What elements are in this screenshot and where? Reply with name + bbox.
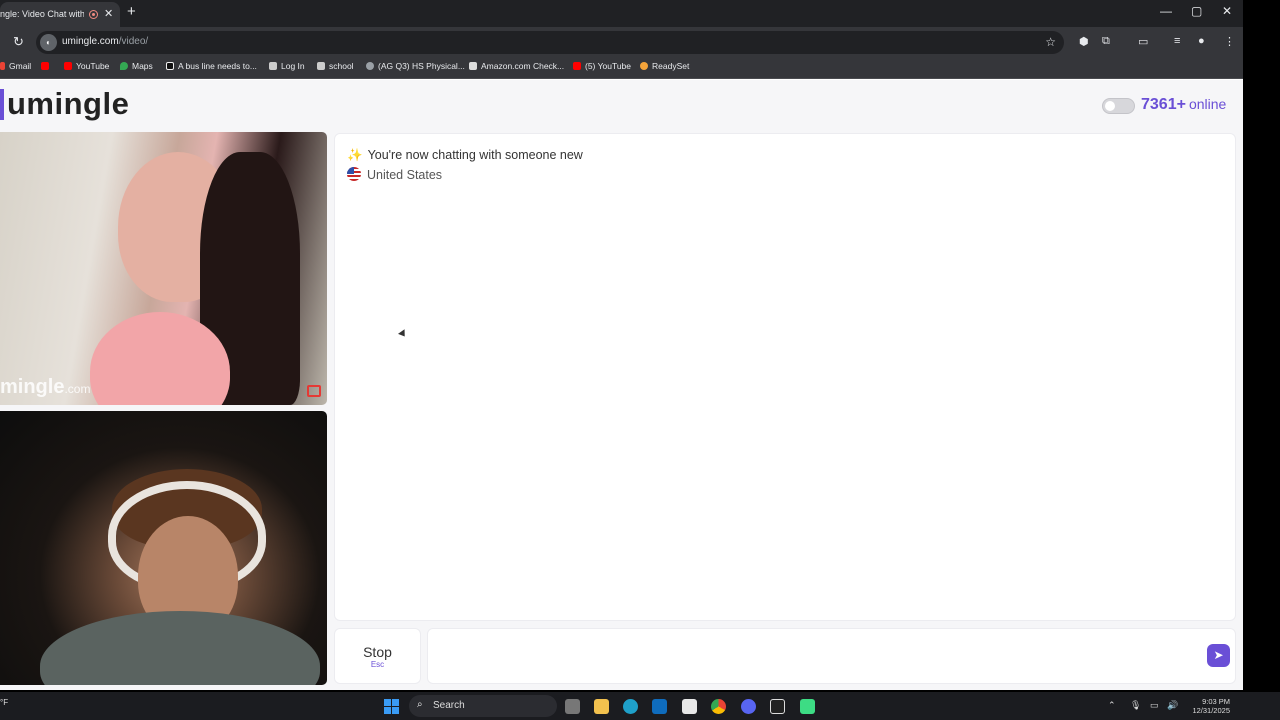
discord-icon[interactable] <box>741 699 756 714</box>
maximize-button[interactable]: ▢ <box>1191 4 1202 18</box>
video-watermark: mingle.com <box>0 376 91 398</box>
network-icon[interactable]: ▭ <box>1150 700 1159 711</box>
sparkle-icon: ✨ <box>347 148 363 162</box>
microphone-icon[interactable]: 🎙 <box>1130 700 1141 711</box>
maps-pin-icon <box>120 62 128 70</box>
stop-shortcut: Esc <box>370 660 385 669</box>
clock-time: 9:03 PM <box>1202 697 1230 706</box>
bookmark-school[interactable]: school <box>317 61 354 71</box>
url-path: /video/ <box>118 36 149 47</box>
site-info-icon[interactable]: ◐ <box>40 34 57 51</box>
bookmark-amazon[interactable]: Amazon.com Check... <box>469 61 564 71</box>
online-counter: 7361+ online <box>1141 96 1226 114</box>
logo-accent-bar <box>0 89 4 120</box>
us-flag-icon <box>347 167 361 181</box>
menu-kebab-icon[interactable]: ⋮ <box>1224 35 1235 48</box>
stranger-video: mingle.com <box>0 132 327 405</box>
taskbar-clock[interactable]: 9:03 PM 12/31/2025 <box>1188 697 1230 715</box>
tab-title: ngle: Video Chat with S <box>0 9 84 19</box>
search-label: Search <box>433 700 465 711</box>
site-logo[interactable]: umingle <box>7 86 129 122</box>
chat-status: ✨ You're now chatting with someone new <box>347 148 583 162</box>
close-window-button[interactable]: ✕ <box>1222 4 1232 18</box>
clock-date: 12/31/2025 <box>1192 706 1230 715</box>
bookmark-icon <box>269 62 277 70</box>
search-icon: ⌕ <box>417 699 423 710</box>
url-host: umingle.com <box>62 36 119 47</box>
extensions-puzzle-icon[interactable]: ⧉ <box>1102 35 1110 48</box>
self-video <box>0 411 327 685</box>
youtube-icon <box>64 62 72 70</box>
readyset-icon <box>640 62 648 70</box>
bookmark-maps[interactable]: Maps <box>120 61 153 71</box>
bookmark-youtube[interactable]: YouTube <box>64 61 109 71</box>
toggle-knob <box>1105 101 1115 111</box>
profile-avatar-icon[interactable]: ● <box>1198 35 1205 47</box>
bookmark-youtube-icon-only[interactable] <box>41 61 53 71</box>
cast-icon[interactable]: ▭ <box>1138 35 1148 48</box>
capcut-icon[interactable] <box>770 699 785 714</box>
volume-icon[interactable]: 🔊 <box>1167 700 1178 711</box>
globe-icon <box>366 62 374 70</box>
url-text: umingle.com/video/ <box>62 36 148 47</box>
edge-icon[interactable] <box>623 699 638 714</box>
media-control-icon[interactable]: ≡ <box>1174 35 1180 47</box>
bookmark-star-icon[interactable]: ☆ <box>1045 35 1056 49</box>
chrome-icon[interactable] <box>711 699 726 714</box>
online-label: online <box>1188 96 1227 112</box>
stranger-country: United States <box>347 167 442 182</box>
stop-button[interactable]: Stop Esc <box>334 628 421 684</box>
extension-icon[interactable]: ⬢ <box>1079 35 1089 48</box>
reload-icon[interactable]: ↻ <box>13 34 24 50</box>
tab-strip: ngle: Video Chat with S ✕ + — ▢ ✕ <box>0 0 1243 27</box>
bookmark-log-in[interactable]: Log In <box>269 61 305 71</box>
gmail-icon <box>0 62 5 70</box>
bookmark-ag-q3[interactable]: (AG Q3) HS Physical... <box>366 61 465 71</box>
message-input[interactable] <box>427 628 1236 684</box>
youtube-icon <box>41 62 49 70</box>
minimize-button[interactable]: — <box>1160 4 1172 18</box>
recording-icon <box>89 10 98 19</box>
umingle-page: umingle 7361+ online mingle.com ✨ You're n… <box>0 80 1243 690</box>
task-view-icon[interactable] <box>565 699 580 714</box>
tray-overflow-icon[interactable]: ⌃ <box>1108 700 1116 711</box>
android-app-icon[interactable] <box>800 699 815 714</box>
youtube-icon <box>573 62 581 70</box>
self-shirt <box>40 611 320 685</box>
report-flag-icon[interactable] <box>307 385 321 397</box>
chat-panel: ✨ You're now chatting with someone new Un… <box>334 133 1236 621</box>
bookmark-bus-line[interactable]: A bus line needs to... <box>166 61 257 71</box>
online-count: 7361+ <box>1141 96 1186 113</box>
windows-taskbar: °F ⌕ Search ⌃ 🎙 ▭ 🔊 9:03 PM 12/31/2025 <box>0 692 1280 720</box>
weather-widget[interactable]: °F <box>0 698 8 707</box>
theme-toggle[interactable] <box>1102 98 1135 114</box>
bookmarks-bar: Gmail YouTube Maps A bus line needs to..… <box>0 57 1243 79</box>
amazon-icon <box>469 62 477 70</box>
bookmark-gmail[interactable]: Gmail <box>0 61 31 71</box>
store-icon[interactable] <box>682 699 697 714</box>
send-icon[interactable]: ➤ <box>1207 644 1230 667</box>
stop-label: Stop <box>363 644 392 660</box>
tab-close-icon[interactable]: ✕ <box>104 2 113 27</box>
bookmark-icon <box>317 62 325 70</box>
taskbar-search[interactable]: ⌕ Search <box>409 695 557 717</box>
browser-toolbar: ↻ ◐ umingle.com/video/ ☆ ⬢ ⧉ ▭ ≡ ● ⋮ <box>0 27 1243 57</box>
bookmark-youtube-5[interactable]: (5) YouTube <box>573 61 631 71</box>
new-tab-button[interactable]: + <box>127 3 136 20</box>
file-explorer-icon[interactable] <box>594 699 609 714</box>
bookmark-icon <box>166 62 174 70</box>
address-bar[interactable]: ◐ umingle.com/video/ ☆ <box>36 31 1064 54</box>
tab-umingle[interactable]: ngle: Video Chat with S ✕ <box>0 2 120 27</box>
browser-window: ngle: Video Chat with S ✕ + — ▢ ✕ ↻ ◐ um… <box>0 0 1243 690</box>
outlook-icon[interactable] <box>652 699 667 714</box>
screen: ngle: Video Chat with S ✕ + — ▢ ✕ ↻ ◐ um… <box>0 0 1280 720</box>
bookmark-readyset[interactable]: ReadySet <box>640 61 689 71</box>
windows-start-icon[interactable] <box>384 699 399 714</box>
